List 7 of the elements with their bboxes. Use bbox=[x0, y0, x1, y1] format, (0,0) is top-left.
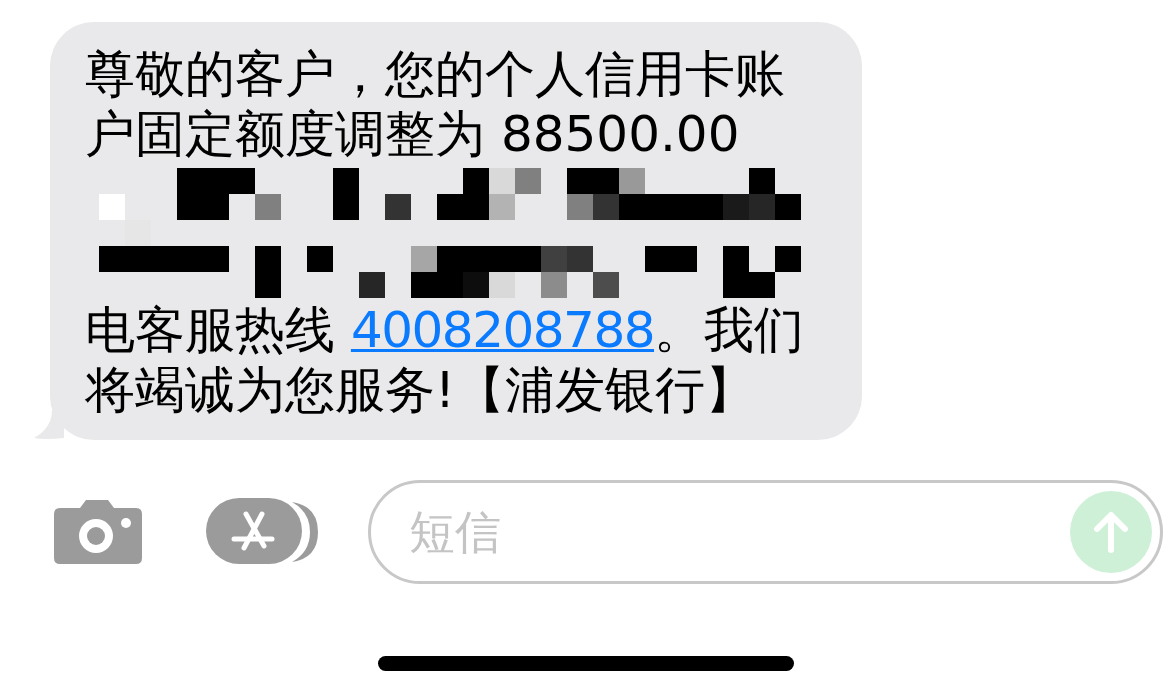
camera-button[interactable] bbox=[52, 498, 144, 566]
message-text: 尊敬的客户，您的个人信用卡账户固定额度调整为 88500.00 bbox=[85, 44, 786, 164]
camera-icon bbox=[52, 498, 144, 566]
message-text: 电客服热线 4008208788。我们将竭诚为您服务!【浦发银行】 bbox=[85, 300, 806, 420]
message-input-field[interactable]: 短信 bbox=[407, 504, 1070, 560]
message-field[interactable]: 短信 bbox=[368, 480, 1163, 584]
phone-link[interactable]: 4008208788 bbox=[350, 301, 655, 359]
